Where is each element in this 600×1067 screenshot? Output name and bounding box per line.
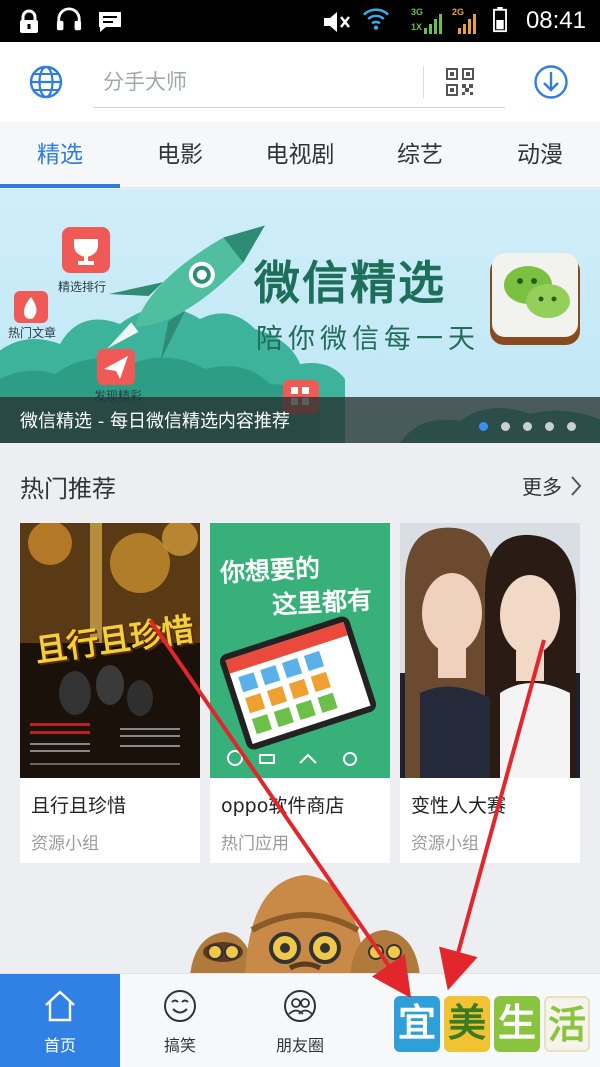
banner-subtitle: 陪你微信每一天 — [256, 324, 480, 355]
card-poster: 你想要的 这里都有 — [210, 523, 390, 778]
status-bar: 3G 1X 2G 08:41 — [0, 0, 600, 42]
poster-headline-2: 这里都有 — [271, 585, 373, 620]
banner-title: 微信精选 — [254, 256, 446, 310]
card-subtitle: 资源小组 — [411, 834, 479, 854]
watermark-char: 宜 — [394, 996, 440, 1052]
search-divider — [423, 66, 424, 98]
wifi-icon — [362, 8, 390, 30]
headset-icon — [56, 7, 82, 31]
signal-icon-1 — [424, 14, 442, 34]
tab-tv-series[interactable]: 电视剧 — [240, 122, 360, 188]
card-title: 变性人大赛 — [411, 795, 507, 817]
carousel-dot[interactable] — [522, 422, 532, 431]
card-subtitle: 资源小组 — [31, 834, 99, 854]
watermark-logo: 宜 美 生 活 — [392, 996, 592, 1058]
download-icon[interactable] — [533, 64, 569, 100]
card-poster — [400, 523, 580, 778]
qr-code-icon[interactable] — [445, 67, 475, 97]
mascot-illustration — [190, 875, 420, 975]
card-contest[interactable]: 变性人大赛 资源小组 — [400, 523, 580, 863]
more-label: 更多 — [522, 475, 562, 499]
search-header — [0, 42, 600, 122]
nav-funny[interactable]: 搞笑 — [120, 974, 240, 1067]
tab-variety[interactable]: 综艺 — [360, 122, 480, 188]
card-poster: 且行且珍惜 — [20, 523, 200, 778]
banner-caption-text: 微信精选 - 每日微信精选内容推荐 — [20, 411, 290, 432]
more-link[interactable]: 更多 — [522, 471, 582, 500]
clock: 08:41 — [525, 7, 586, 34]
tab-anime[interactable]: 动漫 — [480, 122, 600, 188]
tab-movies[interactable]: 电影 — [120, 122, 240, 188]
section-header: 热门推荐 更多 — [0, 455, 600, 515]
carousel-dots — [471, 416, 576, 435]
nav-home[interactable]: 首页 — [0, 974, 120, 1067]
nav-friends-label: 朋友圈 — [275, 1036, 324, 1055]
card-drama[interactable]: 且行且珍惜 且行且珍惜 资源小组 — [20, 523, 200, 863]
contest-poster-image — [400, 523, 580, 778]
lock-icon — [20, 9, 38, 33]
hot-articles-label: 热门文章 — [8, 326, 57, 340]
message-icon — [99, 12, 121, 32]
tab-featured[interactable]: 精选 — [0, 122, 120, 188]
section-title: 热门推荐 — [20, 475, 116, 503]
network-3g-label: 3G — [411, 7, 424, 17]
search-input[interactable] — [103, 64, 423, 100]
trophy-badge — [62, 227, 110, 273]
watermark-char: 美 — [444, 996, 490, 1052]
tab-indicator — [0, 184, 120, 188]
carousel-dot[interactable] — [478, 422, 488, 431]
carousel-dot[interactable] — [544, 422, 554, 431]
banner-caption: 微信精选 - 每日微信精选内容推荐 — [0, 397, 600, 443]
signal-icon-2 — [458, 14, 476, 34]
card-subtitle: 热门应用 — [221, 834, 289, 854]
nav-friends[interactable]: 朋友圈 — [240, 974, 360, 1067]
watermark-char: 生 — [494, 996, 540, 1052]
carousel-dot[interactable] — [567, 422, 576, 431]
globe-icon[interactable] — [28, 64, 64, 100]
mute-icon — [324, 12, 350, 32]
carousel-dot[interactable] — [500, 422, 510, 431]
card-title: 且行且珍惜 — [31, 795, 127, 817]
category-tabs: 精选 电影 电视剧 综艺 动漫 — [0, 122, 600, 188]
smiley-icon — [164, 990, 196, 1022]
friends-icon — [284, 990, 316, 1022]
chevron-right-icon — [571, 475, 582, 496]
card-title: oppo软件商店 — [221, 795, 345, 817]
promo-banner[interactable]: 微信精选 陪你微信每一天 精选排行 热门文章 发现精彩 微信精选 - 每日微信精… — [0, 189, 600, 443]
card-app-store[interactable]: 你想要的 这里都有 oppo软件商店 热门应用 — [210, 523, 390, 863]
network-1x-label: 1X — [411, 22, 423, 32]
search-box — [93, 60, 505, 108]
battery-icon — [493, 7, 507, 33]
nav-home-label: 首页 — [43, 1036, 76, 1055]
send-badge — [97, 349, 135, 385]
fire-badge — [14, 291, 48, 323]
nav-funny-label: 搞笑 — [163, 1036, 196, 1055]
ranking-label: 精选排行 — [58, 280, 107, 294]
watermark-char: 活 — [544, 996, 590, 1052]
home-icon — [45, 990, 75, 1022]
